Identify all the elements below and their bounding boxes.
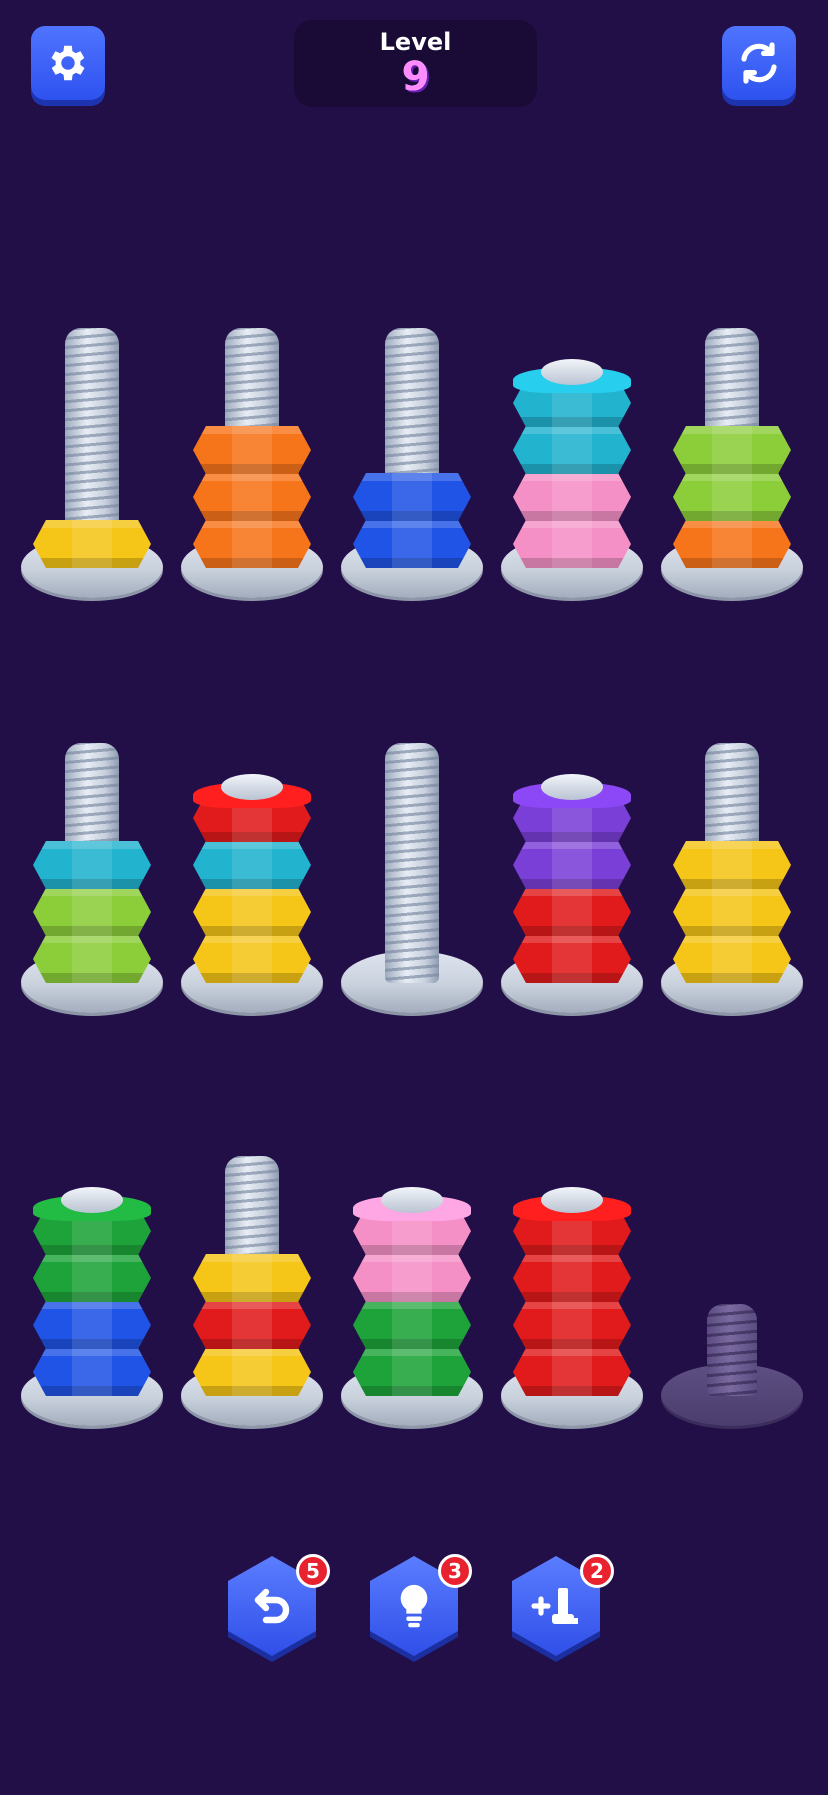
threaded-rod: [707, 1304, 757, 1396]
add-bolt-icon: [531, 1588, 578, 1624]
nut-yellow: [193, 1254, 311, 1302]
nut-red: [513, 935, 631, 983]
bolt-pole[interactable]: [181, 723, 323, 1013]
bolt-pole[interactable]: [341, 1136, 483, 1426]
nut-blue: [33, 1348, 151, 1396]
nut-lightgreen: [33, 935, 151, 983]
bolt-pole[interactable]: [501, 1136, 643, 1426]
bolt-head: [61, 1187, 123, 1213]
nut-green: [353, 1348, 471, 1396]
undo-arrow-icon: [254, 1588, 290, 1624]
nut-cyan: [513, 426, 631, 474]
bolt-pole[interactable]: [21, 308, 163, 598]
nut-lightgreen: [673, 473, 791, 521]
nut-pink: [353, 1254, 471, 1302]
level-number: 9: [401, 53, 430, 100]
nut-pink: [513, 520, 631, 568]
level-indicator: Level 9: [294, 20, 537, 107]
nut-red: [193, 1301, 311, 1349]
nut-yellow: [193, 1348, 311, 1396]
nut-lightgreen: [33, 888, 151, 936]
nut-pink: [513, 473, 631, 521]
nut-blue: [33, 1301, 151, 1349]
bolt-head: [541, 1187, 603, 1213]
undo-count-badge: 5: [296, 1554, 330, 1588]
nut-yellow: [673, 841, 791, 889]
nut-yellow: [33, 520, 151, 568]
nut-yellow: [193, 935, 311, 983]
nut-purple: [513, 841, 631, 889]
bolt-pole[interactable]: [181, 1136, 323, 1426]
level-label: Level: [379, 27, 452, 56]
gear-icon: [51, 45, 85, 81]
bolt-pole[interactable]: [501, 723, 643, 1013]
nut-yellow: [673, 935, 791, 983]
bolt-pole[interactable]: [501, 308, 643, 598]
nut-cyan: [33, 841, 151, 889]
undo-button[interactable]: 5: [228, 1554, 330, 1662]
nut-green: [33, 1254, 151, 1302]
hint-button[interactable]: 3: [370, 1554, 472, 1662]
nut-red: [513, 888, 631, 936]
bolt-pole[interactable]: [181, 308, 323, 598]
nut-cyan: [193, 841, 311, 889]
nut-orange: [193, 473, 311, 521]
nut-orange: [673, 520, 791, 568]
nut-yellow: [673, 888, 791, 936]
nut-lightgreen: [673, 426, 791, 474]
restart-button[interactable]: [722, 26, 796, 100]
hint-count-badge: 3: [438, 1554, 472, 1588]
bolt-pole[interactable]: [341, 723, 483, 1013]
bolt-pole[interactable]: [341, 308, 483, 598]
bolt-pole[interactable]: [21, 1136, 163, 1426]
bolt-pole[interactable]: [661, 723, 803, 1013]
nut-red: [513, 1254, 631, 1302]
bolt-head: [381, 1187, 443, 1213]
add-bolt-count-badge: 2: [580, 1554, 614, 1588]
refresh-icon: [741, 42, 777, 84]
nut-red: [513, 1348, 631, 1396]
threaded-rod: [385, 743, 439, 983]
bolt-head: [221, 774, 283, 800]
lightbulb-icon: [400, 1584, 428, 1628]
bolt-pole[interactable]: [661, 308, 803, 598]
nut-orange: [193, 426, 311, 474]
nut-orange: [193, 520, 311, 568]
nut-green: [353, 1301, 471, 1349]
nut-yellow: [193, 888, 311, 936]
bolt-head: [541, 359, 603, 385]
bolt-pole[interactable]: [21, 723, 163, 1013]
bolt-head: [541, 774, 603, 800]
add-bolt-button[interactable]: 2: [512, 1554, 614, 1662]
nut-blue: [353, 520, 471, 568]
nut-blue: [353, 473, 471, 521]
settings-button[interactable]: [31, 26, 105, 100]
nut-red: [513, 1301, 631, 1349]
locked-pole: [661, 1136, 803, 1426]
